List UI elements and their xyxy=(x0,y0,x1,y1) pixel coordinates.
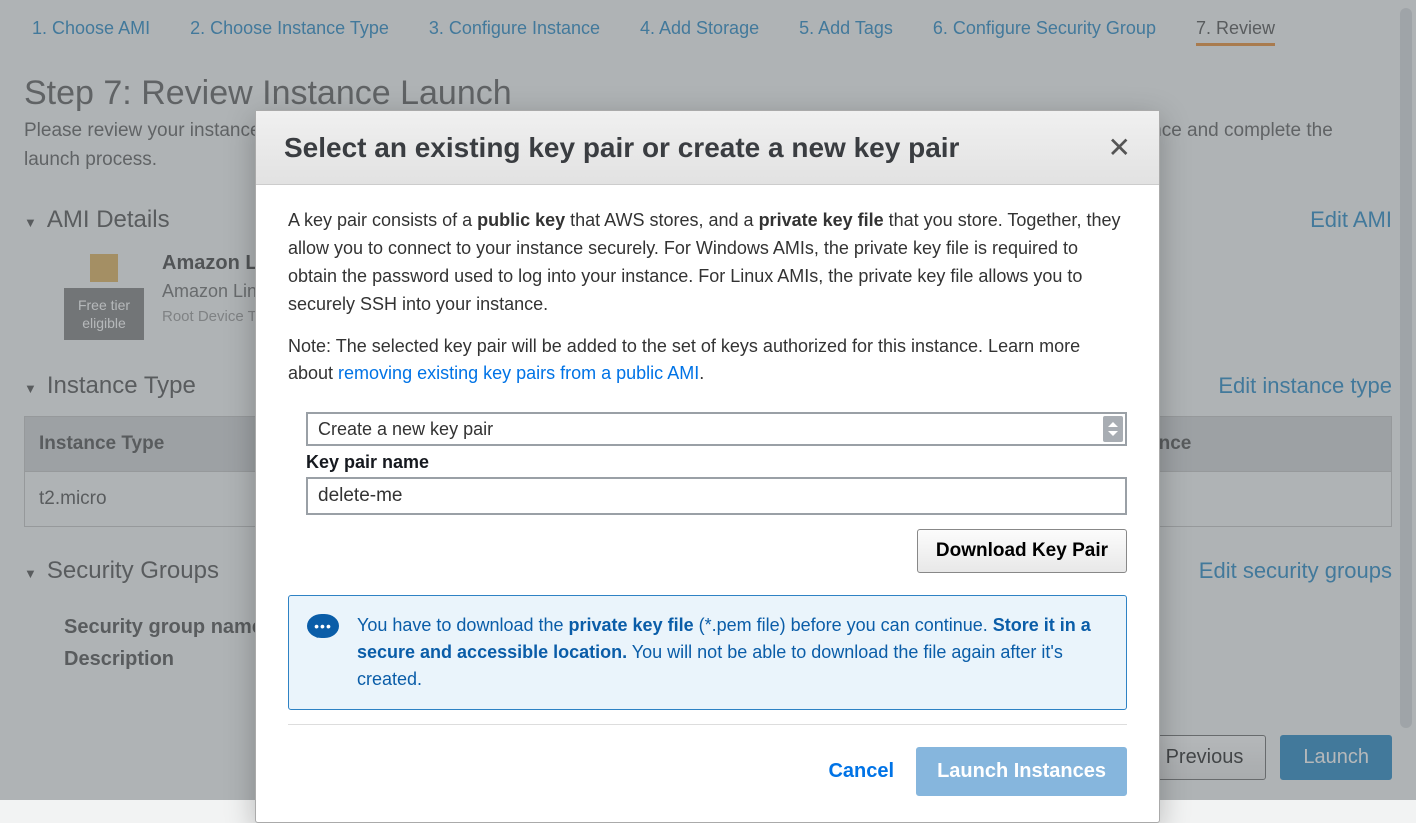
select-value: Create a new key pair xyxy=(318,419,493,440)
modal-paragraph-note: Note: The selected key pair will be adde… xyxy=(288,333,1127,389)
cancel-button[interactable]: Cancel xyxy=(828,760,894,783)
divider xyxy=(288,724,1127,725)
remove-keypair-link[interactable]: removing existing key pairs from a publi… xyxy=(338,363,699,383)
launch-instances-button[interactable]: Launch Instances xyxy=(916,747,1127,796)
download-key-pair-button[interactable]: Download Key Pair xyxy=(917,529,1127,573)
download-warning-box: ••• You have to download the private key… xyxy=(288,595,1127,710)
key-pair-name-input[interactable] xyxy=(306,477,1127,515)
modal-paragraph-keypair: A key pair consists of a public key that… xyxy=(288,207,1127,319)
close-icon[interactable]: ✕ xyxy=(1108,131,1131,164)
chevron-updown-icon xyxy=(1103,416,1123,442)
key-pair-select[interactable]: Create a new key pair xyxy=(306,412,1127,446)
speech-bubble-icon: ••• xyxy=(307,614,341,642)
key-pair-name-label: Key pair name xyxy=(306,452,1127,473)
modal-title: Select an existing key pair or create a … xyxy=(284,132,959,164)
key-pair-modal: Select an existing key pair or create a … xyxy=(255,110,1160,823)
